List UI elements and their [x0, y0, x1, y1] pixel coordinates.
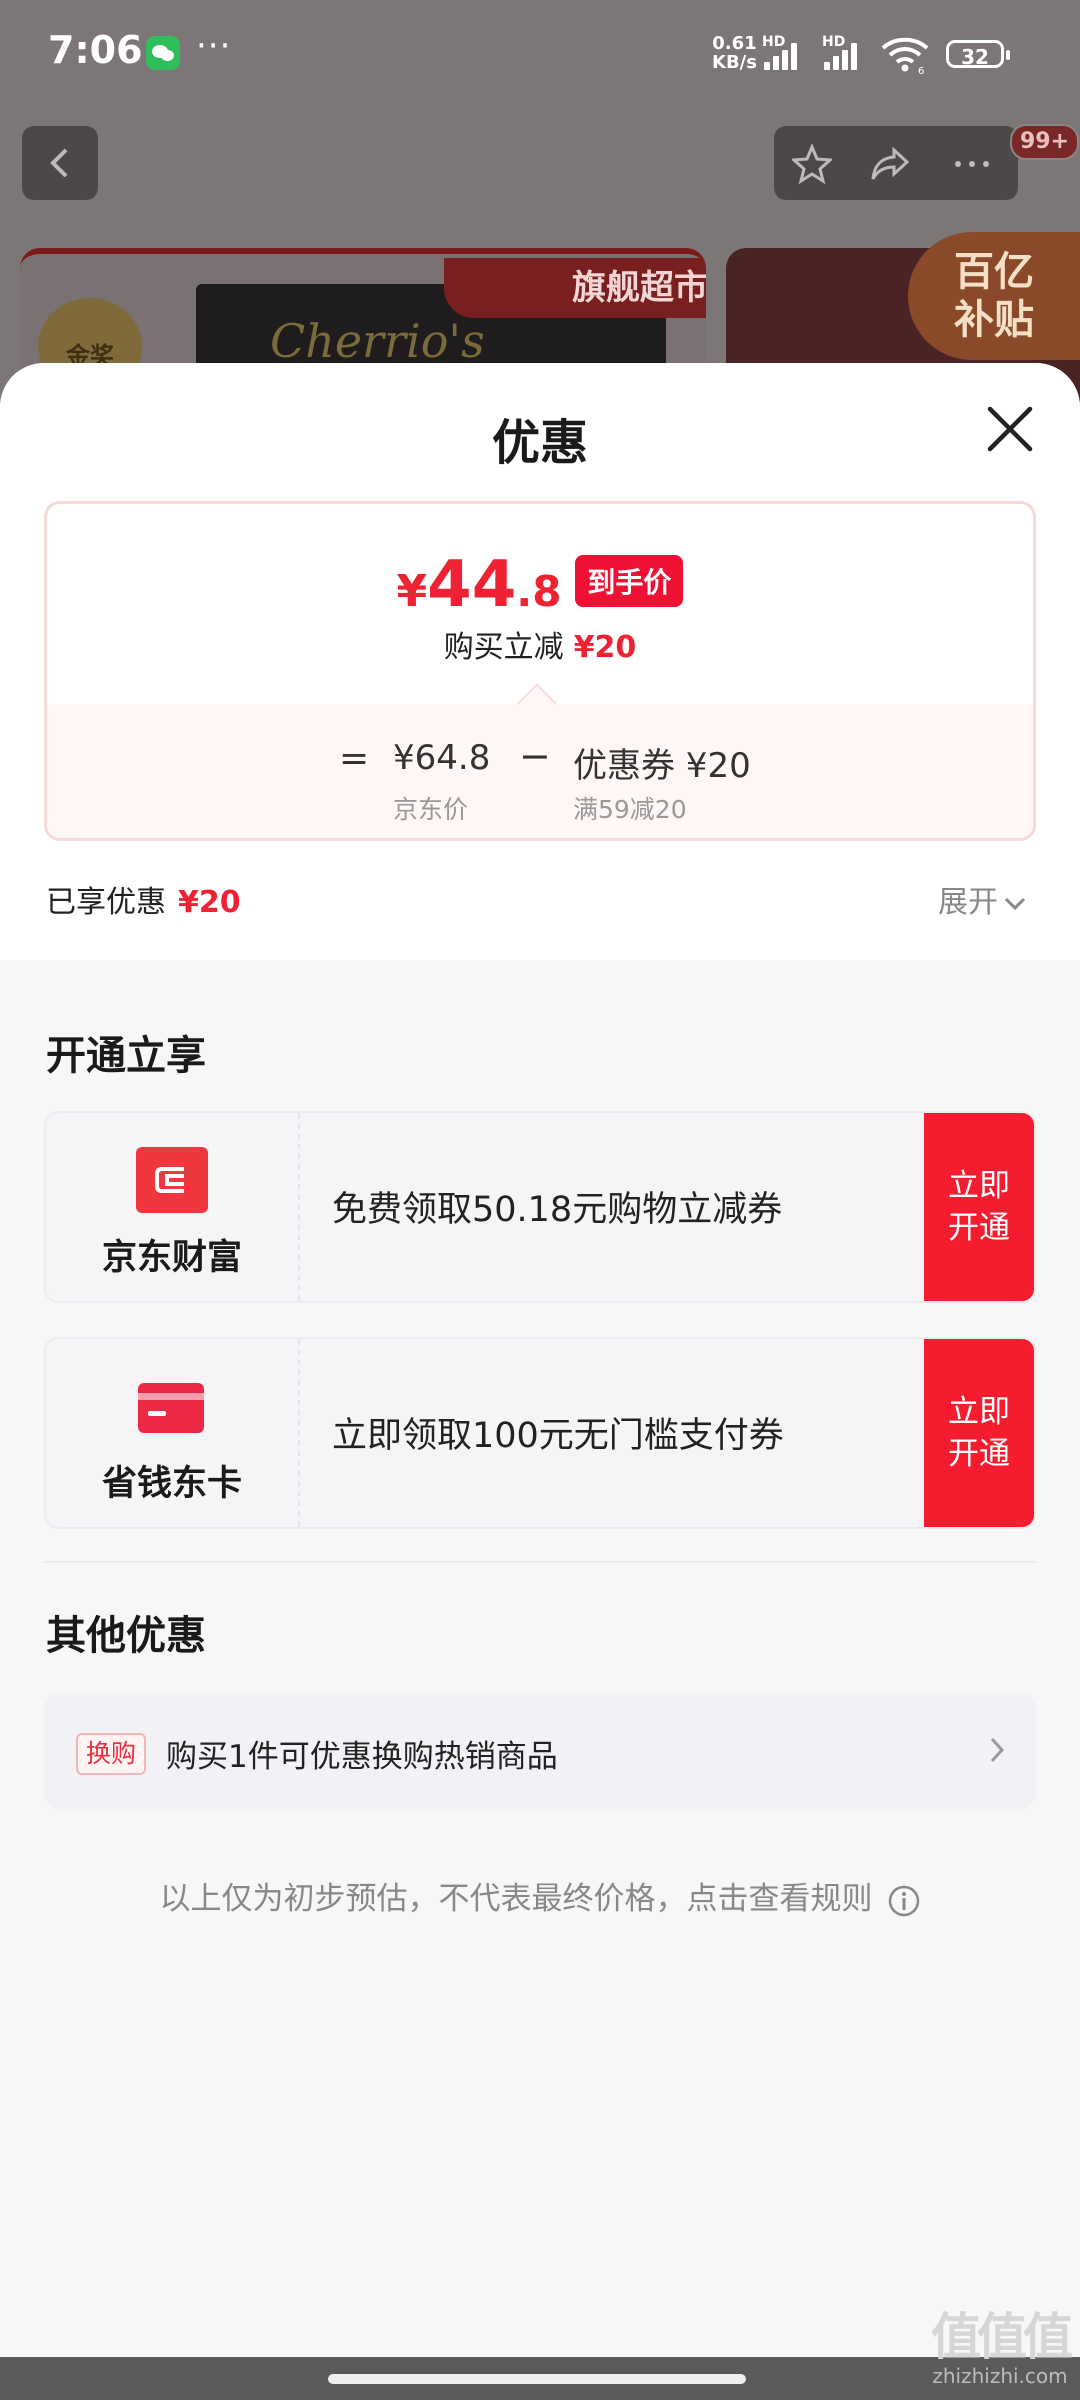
- section-divider: [44, 1561, 1036, 1563]
- more-icon[interactable]: [952, 144, 992, 184]
- disclaimer-text: 以上仅为初步预估，不代表最终价格，点击查看规则: [159, 1881, 873, 1917]
- swap-text: 购买1件可优惠换购热销商品: [166, 1739, 558, 1775]
- wechat-icon: [146, 36, 180, 70]
- other-section-title: 其他优惠: [46, 1613, 206, 1659]
- coupon-rule: 满59减20: [573, 795, 687, 824]
- jd-price-value: ¥64.8: [393, 738, 491, 778]
- instant-cut: 购买立减 ¥20: [47, 622, 1033, 666]
- offer-name: 省钱东卡: [101, 1464, 242, 1504]
- network-speed-unit: KB/s: [712, 52, 757, 73]
- jd-wealth-logo-icon: [136, 1147, 208, 1213]
- watermark-logo: 值值值: [931, 2308, 1073, 2366]
- jd-price-label: 京东价: [393, 795, 469, 824]
- signal-icon-2: [824, 42, 864, 70]
- network-speed: 0.61 KB/s: [712, 34, 757, 72]
- chevron-right-icon: [990, 1737, 1005, 1763]
- subsidy-badge: 百亿 补贴: [908, 232, 1080, 360]
- price-currency: ¥: [396, 566, 428, 617]
- offer-card-saving-card[interactable]: 省钱东卡 立即领取100元无门槛支付券 立即 开通: [44, 1337, 1036, 1529]
- minus-sign: −: [519, 734, 551, 778]
- expand-label: 展开: [938, 885, 998, 920]
- equals-sign: =: [339, 738, 370, 779]
- open-now-button[interactable]: 立即 开通: [924, 1113, 1034, 1301]
- watermark: 值值值 zhizhizhi.com: [930, 2308, 1073, 2388]
- flagship-label: 旗舰超市: [444, 258, 706, 318]
- network-speed-value: 0.61: [712, 33, 757, 54]
- signal-icon-1: [764, 42, 804, 70]
- discount-sheet: 优惠 ¥44.8 到手价 购买立减 ¥20 = ¥64.8 京东价 − 优惠券 ¥2…: [0, 363, 1080, 2400]
- status-bar: 7:06 ··· 0.61 KB/s HD HD 6 32: [0, 0, 1080, 110]
- notification-badge: 99+: [1010, 124, 1080, 160]
- credit-card-icon: [138, 1383, 204, 1433]
- final-price: ¥44.8 到手价: [47, 548, 1033, 622]
- header-actions: [774, 126, 1018, 200]
- price-integer: 44: [427, 548, 517, 622]
- offer-brand: 省钱东卡: [46, 1339, 300, 1527]
- status-time: 7:06: [48, 28, 143, 72]
- wifi-sub-label: 6: [918, 66, 924, 74]
- offer-text: 立即领取100元无门槛支付券: [332, 1416, 784, 1456]
- coupon-value: 优惠券 ¥20: [573, 746, 751, 786]
- open-now-label: 立即 开通: [948, 1394, 1010, 1472]
- chevron-left-icon: [50, 148, 68, 178]
- back-button[interactable]: [22, 126, 98, 200]
- more-notifications-icon: ···: [196, 26, 232, 66]
- home-indicator[interactable]: [328, 2374, 746, 2384]
- enjoyed-value: ¥20: [178, 885, 241, 920]
- price-card: ¥44.8 到手价 购买立减 ¥20 = ¥64.8 京东价 − 优惠券 ¥20 满…: [44, 501, 1036, 841]
- offer-brand: 京东财富: [46, 1113, 300, 1301]
- enjoyed-label: 已享优惠: [46, 885, 166, 920]
- watermark-site: zhizhizhi.com: [932, 2364, 1068, 2388]
- price-decimal: .8: [516, 567, 562, 616]
- offer-text: 免费领取50.18元购物立减券: [332, 1190, 783, 1230]
- instant-cut-value: ¥20: [573, 630, 637, 665]
- battery-icon: 32: [946, 40, 1010, 69]
- offer-name: 京东财富: [101, 1238, 242, 1278]
- sheet-title: 优惠: [491, 415, 588, 471]
- price-breakdown: = ¥64.8 京东价 − 优惠券 ¥20 满59减20: [47, 704, 1033, 838]
- open-section-title: 开通立享: [46, 1033, 206, 1079]
- info-icon[interactable]: [887, 1884, 921, 1918]
- expand-button[interactable]: 展开: [938, 877, 1026, 921]
- swap-tag: 换购: [76, 1733, 147, 1775]
- swap-offer-row[interactable]: 换购 购买1件可优惠换购热销商品: [44, 1693, 1036, 1809]
- instant-cut-label: 购买立减: [443, 630, 564, 665]
- share-icon[interactable]: [870, 144, 910, 184]
- chevron-down-icon: [1004, 897, 1026, 910]
- product-brand-script: Cherrio's: [270, 314, 485, 368]
- enjoyed-discount: 已享优惠 ¥20: [46, 877, 241, 921]
- subsidy-badge-text: 百亿 补贴: [954, 249, 1034, 343]
- price-tag: 到手价: [575, 555, 684, 607]
- wifi-icon: 6: [881, 37, 929, 74]
- star-icon[interactable]: [792, 144, 832, 184]
- close-icon[interactable]: [982, 401, 1038, 457]
- disclaimer[interactable]: 以上仅为初步预估，不代表最终价格，点击查看规则: [0, 1873, 1080, 1918]
- offer-card-jd-wealth[interactable]: 京东财富 免费领取50.18元购物立减券 立即 开通: [44, 1111, 1036, 1303]
- open-now-button[interactable]: 立即 开通: [924, 1339, 1034, 1527]
- open-now-label: 立即 开通: [948, 1168, 1010, 1246]
